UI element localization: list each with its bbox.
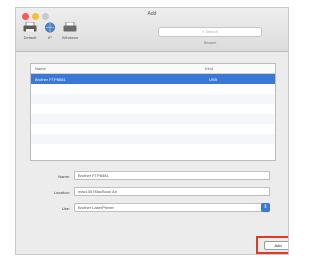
use-label: Use: — [61, 206, 70, 211]
list-row[interactable] — [31, 144, 275, 154]
default-toolbar-label: Default — [23, 35, 37, 40]
name-column-header[interactable]: Name — [35, 66, 46, 71]
printer-list[interactable]: Name Kind Brother FTP8581 USB — [30, 63, 276, 161]
window-title: Add — [147, 11, 157, 17]
row-name: Brother FTP8581 — [35, 77, 66, 82]
list-header: Name Kind — [31, 64, 275, 74]
list-row[interactable] — [31, 94, 275, 104]
search-label: Search — [203, 40, 217, 45]
name-field[interactable]: Brother FTP8581 — [74, 171, 270, 180]
default-toolbar-button[interactable]: Default — [19, 22, 41, 40]
list-row[interactable]: Brother FTP8581 USB — [31, 74, 275, 84]
location-field[interactable]: mac1057MacBook Air — [74, 187, 270, 196]
windows-toolbar-label: Windows — [61, 35, 79, 40]
toolbar: Add Default IP Windows ⌕ Search Search — [16, 8, 288, 52]
search-input[interactable]: ⌕ Search — [158, 27, 262, 37]
printer-icon — [23, 22, 37, 32]
add-printer-window: Add Default IP Windows ⌕ Search Search N… — [15, 7, 289, 255]
list-row[interactable] — [31, 114, 275, 124]
use-select-value: Brother LaserPrinter — [78, 205, 115, 210]
ip-toolbar-label: IP — [48, 35, 52, 40]
list-row[interactable] — [31, 134, 275, 144]
search-placeholder: Search — [205, 29, 219, 34]
globe-icon — [44, 22, 56, 33]
list-row[interactable] — [31, 124, 275, 134]
list-row[interactable] — [31, 104, 275, 114]
add-button[interactable]: Add — [264, 241, 288, 250]
ip-toolbar-button[interactable]: IP — [44, 22, 56, 40]
use-select[interactable]: Brother LaserPrinter ⇕ — [74, 203, 270, 212]
row-kind: USB — [209, 77, 218, 82]
windows-toolbar-button[interactable]: Windows — [58, 22, 82, 40]
network-printer-icon — [63, 22, 77, 32]
location-label: Location: — [53, 190, 70, 195]
add-button-highlight: Add — [256, 236, 288, 254]
kind-column-header[interactable]: Kind — [205, 66, 213, 71]
list-row[interactable] — [31, 84, 275, 94]
name-label: Name: — [58, 174, 70, 179]
chevron-updown-icon: ⇕ — [261, 203, 270, 212]
